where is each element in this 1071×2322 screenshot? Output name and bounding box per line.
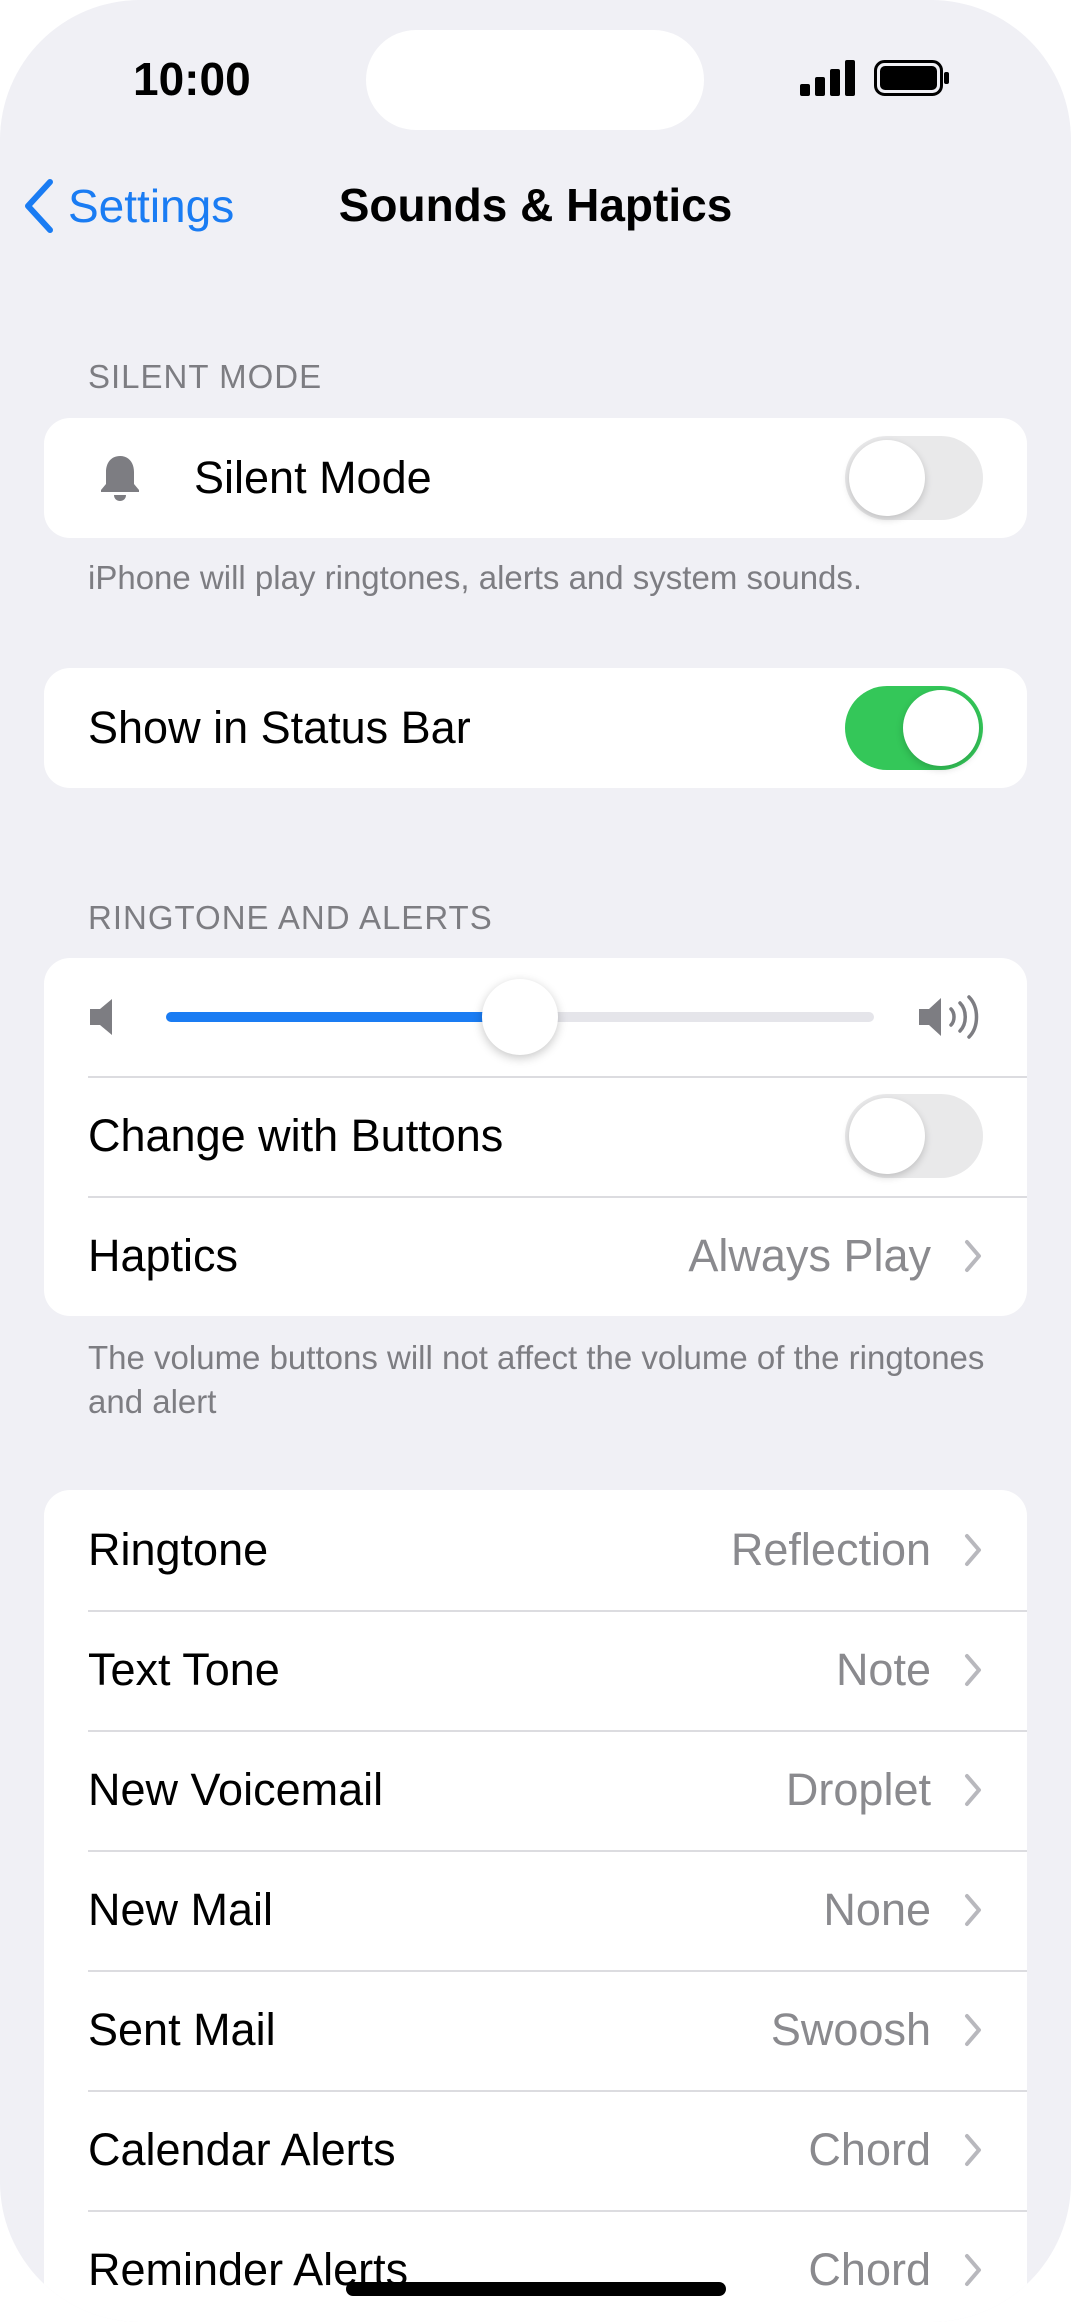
toggle-knob (849, 440, 925, 516)
sound-row-value: None (823, 1884, 931, 1935)
sound-row-label: Text Tone (88, 1644, 280, 1695)
sound-row-value: Note (835, 1644, 931, 1695)
haptics-row[interactable]: Haptics Always Play (44, 1196, 1027, 1316)
silent-mode-label: Silent Mode (194, 452, 432, 503)
sound-row[interactable]: Reminder Alerts Chord (44, 2210, 1027, 2322)
dynamic-island (366, 30, 704, 130)
speaker-high-icon (919, 995, 979, 1039)
chevron-right-icon (965, 2254, 981, 2286)
sound-row-label: Ringtone (88, 1524, 269, 1575)
status-bar-card: Show in Status Bar (44, 668, 1027, 788)
silent-mode-section-header: SILENT MODE (88, 358, 323, 395)
haptics-label: Haptics (88, 1230, 239, 1281)
chevron-right-icon (965, 1654, 981, 1686)
sound-row-label: New Voicemail (88, 1764, 384, 1815)
volume-slider[interactable] (166, 979, 874, 1055)
status-time: 10:00 (133, 53, 251, 105)
sound-row-label: New Mail (88, 1884, 274, 1935)
cellular-signal-icon (800, 60, 855, 96)
silent-mode-row: Silent Mode (44, 418, 1027, 538)
page-title: Sounds & Haptics (338, 179, 733, 231)
silent-mode-toggle[interactable] (845, 436, 983, 520)
change-with-buttons-label: Change with Buttons (88, 1110, 504, 1161)
change-with-buttons-row: Change with Buttons (44, 1076, 1027, 1196)
home-indicator (346, 2282, 726, 2296)
sound-row[interactable]: Text Tone Note (44, 1610, 1027, 1730)
silent-mode-note: iPhone will play ringtones, alerts and s… (88, 559, 863, 596)
chevron-right-icon (965, 1894, 981, 1926)
haptics-value: Always Play (688, 1230, 931, 1281)
sound-row[interactable]: Ringtone Reflection (44, 1490, 1027, 1610)
speaker-low-icon (90, 999, 112, 1035)
phone-screen: 10:00 Settings Sounds & Haptics SILENT M… (0, 0, 1071, 2322)
sound-row[interactable]: Sent Mail Swoosh (44, 1970, 1027, 2090)
sound-row-value: Chord (808, 2124, 931, 2175)
change-with-buttons-toggle[interactable] (845, 1094, 983, 1178)
show-in-status-bar-row: Show in Status Bar (44, 668, 1027, 788)
ringtone-alerts-card: Change with Buttons Haptics Always Play (44, 958, 1027, 1316)
toggle-knob (849, 1098, 925, 1174)
ringtone-section-header: RINGTONE AND ALERTS (88, 899, 493, 936)
chevron-right-icon (965, 2134, 981, 2166)
chevron-right-icon (965, 1534, 981, 1566)
sound-row-label: Sent Mail (88, 2004, 276, 2055)
chevron-right-icon (965, 1774, 981, 1806)
sound-row-value: Reflection (730, 1524, 931, 1575)
silent-mode-card: Silent Mode (44, 418, 1027, 538)
ringtone-note: The volume buttons will not affect the v… (88, 1339, 985, 1420)
chevron-right-icon (965, 1240, 981, 1272)
sound-row[interactable]: New Voicemail Droplet (44, 1730, 1027, 1850)
sound-row[interactable]: Calendar Alerts Chord (44, 2090, 1027, 2210)
sounds-card: Ringtone Reflection Text Tone Note New Voice… (44, 1490, 1027, 2322)
toggle-knob (903, 690, 979, 766)
sound-row-label: Calendar Alerts (88, 2124, 396, 2175)
chevron-right-icon (965, 2014, 981, 2046)
show-in-status-bar-toggle[interactable] (845, 686, 983, 770)
sound-row-value: Droplet (785, 1764, 931, 1815)
sound-row-value: Chord (808, 2244, 931, 2295)
sound-row-value: Swoosh (770, 2004, 931, 2055)
volume-slider-thumb[interactable] (482, 979, 558, 1055)
volume-slider-fill (166, 1012, 520, 1022)
battery-icon (874, 60, 949, 96)
bell-icon (101, 456, 139, 501)
show-in-status-bar-label: Show in Status Bar (88, 702, 471, 753)
volume-slider-row (44, 958, 1027, 1076)
sound-row[interactable]: New Mail None (44, 1850, 1027, 1970)
